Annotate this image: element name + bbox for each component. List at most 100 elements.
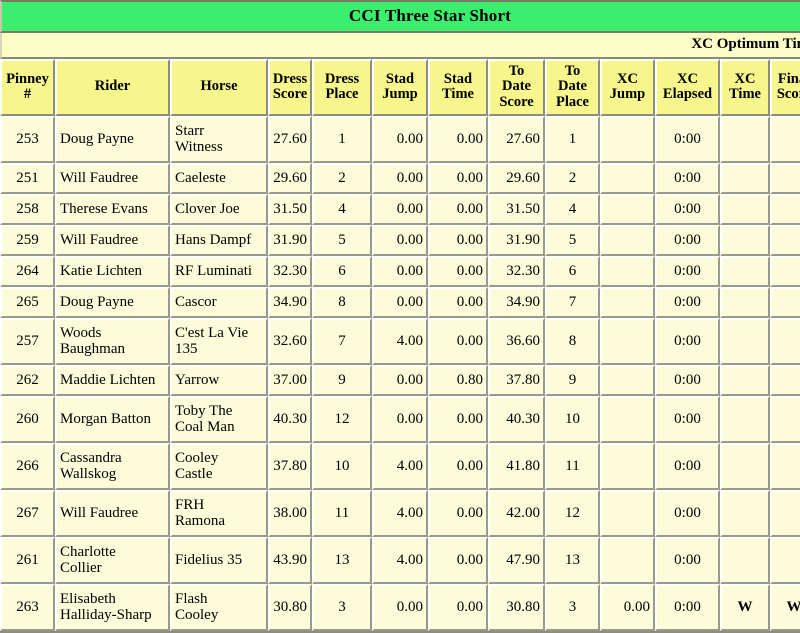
column-header-row: Pinney # Rider Horse Dress Score Dress P… (0, 59, 800, 117)
cell-to-date-score: 36.60 (488, 318, 545, 366)
cell-xc-elapsed: 0:00 (655, 194, 720, 226)
cell-stad-jump: 0.00 (372, 396, 428, 444)
cell-dress-place: 7 (312, 318, 372, 366)
cell-horse-line2: Cooley (175, 607, 219, 624)
cell-final-score (770, 194, 800, 226)
cell-to-date-score: 29.60 (488, 163, 545, 195)
col-header-xc-jump-line1: XC (617, 70, 638, 87)
cell-to-date-score: 32.30 (488, 256, 545, 288)
cell-stad-jump: 0.00 (372, 225, 428, 257)
cell-final-score (770, 287, 800, 319)
cell-final-score (770, 163, 800, 195)
cell-rider-line1: Charlotte (60, 543, 116, 560)
col-header-xc-time-line2: Time (729, 86, 761, 103)
cell-xc-time (720, 537, 770, 585)
cell-horse-line1: C'est La Vie (175, 324, 249, 341)
cell-stad-jump: 0.00 (372, 116, 428, 164)
cell-to-date-place: 2 (545, 163, 600, 195)
table-row: 261 Charlotte Collier Fidelius 35 43.90 13 4.0… (0, 537, 800, 585)
col-header-dress-place-line1: Dress (324, 70, 360, 87)
cell-stad-jump: 4.00 (372, 537, 428, 585)
cell-horse: Cascor (170, 287, 268, 319)
col-header-to-date-place: To Date Place (545, 59, 600, 117)
cell-to-date-score: 30.80 (488, 584, 545, 632)
table-row: 258 Therese Evans Clover Joe 31.50 4 0.00 0.00… (0, 194, 800, 226)
cell-pinney: 251 (0, 163, 55, 195)
cell-horse-line1: FRH (175, 496, 205, 513)
cell-rider: Doug Payne (55, 116, 170, 164)
cell-to-date-place: 13 (545, 537, 600, 585)
cell-xc-jump (600, 318, 655, 366)
cell-stad-jump: 4.00 (372, 443, 428, 491)
cell-dress-place: 6 (312, 256, 372, 288)
col-header-xc-jump: XC Jump (600, 59, 655, 117)
cell-pinney: 267 (0, 490, 55, 538)
cell-dress-score: 31.90 (268, 225, 312, 257)
cell-pinney: 259 (0, 225, 55, 257)
cell-to-date-place: 5 (545, 225, 600, 257)
cell-to-date-place: 9 (545, 365, 600, 397)
table-row: 257 Woods Baughman C'est La Vie 135 32.60 7 4.… (0, 318, 800, 366)
cell-dress-place: 2 (312, 163, 372, 195)
cell-stad-time: 0.00 (428, 287, 488, 319)
cell-rider: Elisabeth Halliday-Sharp (55, 584, 170, 632)
col-header-xc-jump-line2: Jump (609, 86, 646, 103)
cell-xc-time (720, 163, 770, 195)
cell-rider-line1: Elisabeth (60, 590, 116, 607)
col-header-to-date-score-line3: Score (499, 93, 534, 110)
cell-xc-jump (600, 287, 655, 319)
cell-stad-jump: 0.00 (372, 256, 428, 288)
cell-to-date-place: 3 (545, 584, 600, 632)
cell-xc-elapsed: 0:00 (655, 396, 720, 444)
cell-pinney: 263 (0, 584, 55, 632)
cell-stad-time: 0.00 (428, 256, 488, 288)
cell-final-score (770, 318, 800, 366)
cell-dress-place: 11 (312, 490, 372, 538)
cell-stad-jump: 0.00 (372, 287, 428, 319)
cell-stad-jump: 0.00 (372, 194, 428, 226)
col-header-dress-score: Dress Score (268, 59, 312, 117)
col-header-to-date-place-line3: Place (555, 93, 589, 110)
cell-dress-score: 40.30 (268, 396, 312, 444)
cell-dress-score: 37.80 (268, 443, 312, 491)
cell-dress-place: 8 (312, 287, 372, 319)
table-row: 260 Morgan Batton Toby The Coal Man 40.30 12 0… (0, 396, 800, 444)
cell-xc-jump (600, 116, 655, 164)
cell-dress-place: 3 (312, 584, 372, 632)
cell-rider-line2: Wallskog (60, 466, 117, 483)
col-header-stad-time-line2: Time (442, 86, 474, 103)
table-row: 266 Cassandra Wallskog Cooley Castle 37.80 10 4… (0, 443, 800, 491)
cell-horse-line1: Flash (175, 590, 208, 607)
col-header-rider: Rider (55, 59, 170, 117)
cell-horse: Clover Joe (170, 194, 268, 226)
cell-rider: Morgan Batton (55, 396, 170, 444)
cell-to-date-score: 41.80 (488, 443, 545, 491)
cell-dress-place: 1 (312, 116, 372, 164)
cell-horse: C'est La Vie 135 (170, 318, 268, 366)
cell-to-date-score: 42.00 (488, 490, 545, 538)
cell-dress-score: 43.90 (268, 537, 312, 585)
col-header-stad-jump-line1: Stad (385, 70, 415, 87)
cell-dress-place: 5 (312, 225, 372, 257)
table-row: 251 Will Faudree Caeleste 29.60 2 0.00 0.00 29.… (0, 163, 800, 195)
cell-horse: Flash Cooley (170, 584, 268, 632)
cell-horse: Cooley Castle (170, 443, 268, 491)
cell-xc-time (720, 443, 770, 491)
cell-xc-time (720, 287, 770, 319)
cell-rider: Therese Evans (55, 194, 170, 226)
col-header-to-date-score-line1: To (508, 63, 525, 79)
cell-to-date-score: 31.90 (488, 225, 545, 257)
cell-to-date-score: 27.60 (488, 116, 545, 164)
cell-pinney: 262 (0, 365, 55, 397)
cell-horse: Hans Dampf (170, 225, 268, 257)
cell-dress-score: 32.60 (268, 318, 312, 366)
table-row: 267 Will Faudree FRH Ramona 38.00 11 4.00 0.00 4… (0, 490, 800, 538)
col-header-final-score: Final Score (770, 59, 800, 117)
event-title-row: CCI Three Star Short (0, 0, 800, 33)
results-body: 253 Doug Payne Starr Witness 27.60 1 0.00 0.00 2… (0, 116, 800, 632)
cell-xc-time (720, 256, 770, 288)
cell-stad-jump: 0.00 (372, 365, 428, 397)
cell-xc-jump (600, 163, 655, 195)
cell-dress-place: 4 (312, 194, 372, 226)
cell-final-score (770, 537, 800, 585)
